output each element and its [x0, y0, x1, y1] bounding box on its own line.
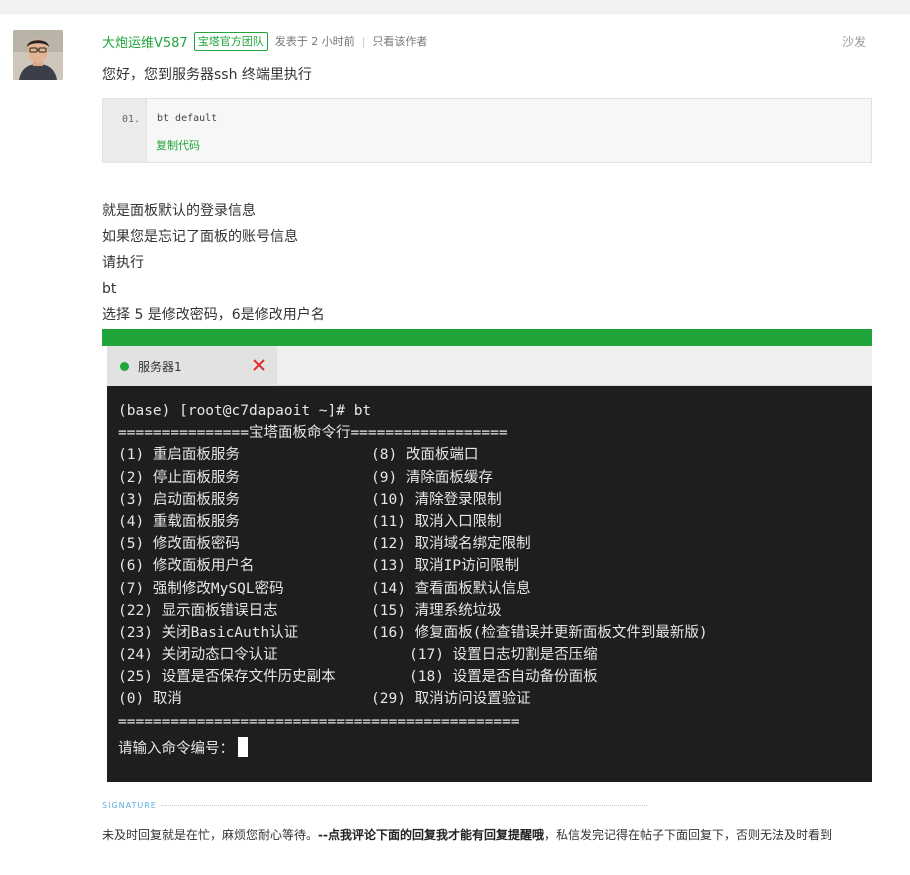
terminal-menu-row: (3) 启动面板服务 (10) 清除登录限制 — [118, 489, 872, 511]
menu-option: (9) 清除面板缓存 — [371, 469, 493, 486]
terminal-menu-row: (1) 重启面板服务 (8) 改面板端口 — [118, 444, 872, 466]
terminal-prompt: (base) [root@c7dapaoit ~]# bt — [118, 403, 372, 419]
menu-option: (11) 取消入口限制 — [371, 513, 502, 530]
code-block: 01. bt default 复制代码 — [102, 98, 872, 163]
terminal-header: ===============宝塔面板命令行================== — [118, 425, 508, 442]
menu-option: (13) 取消IP访问限制 — [371, 558, 520, 575]
code-line-number: 01. — [103, 99, 147, 162]
terminal-menu-row: (6) 修改面板用户名 (13) 取消IP访问限制 — [118, 555, 872, 577]
terminal-footer: ========================================… — [118, 713, 520, 730]
menu-option: (17) 设置日志切割是否压缩 — [409, 647, 598, 664]
terminal-screenshot: 服务器1 (base) [root@c7dapaoit ~]# bt =====… — [102, 329, 872, 782]
post-greeting: 您好，您到服务器ssh 终端里执行 — [102, 67, 312, 83]
terminal-menu-row: (2) 停止面板服务 (9) 清除面板缓存 — [118, 467, 872, 489]
post-line: 就是面板默认的登录信息 — [102, 203, 256, 219]
only-author-link[interactable]: 只看该作者 — [372, 33, 427, 49]
terminal-tab[interactable]: 服务器1 — [107, 346, 277, 386]
menu-option: (24) 关闭动态口令认证 — [118, 647, 278, 664]
menu-option: (16) 修复面板(检查错误并更新面板文件到最新版) — [371, 624, 708, 641]
signature-dotted-line — [160, 804, 647, 806]
menu-option: (25) 设置是否保存文件历史副本 — [118, 669, 336, 686]
menu-option: (12) 取消域名绑定限制 — [371, 536, 531, 553]
terminal-tab-title: 服务器1 — [138, 359, 182, 374]
post-line: 如果您是忘记了面板的账号信息 — [102, 229, 298, 245]
terminal-input-line[interactable]: 请输入命令编号： — [118, 736, 872, 759]
top-strip — [0, 0, 910, 14]
menu-option: (22) 显示面板错误日志 — [118, 602, 278, 619]
terminal-menu-row: (23) 关闭BasicAuth认证 (16) 修复面板(检查错误并更新面板文件到… — [118, 622, 872, 644]
post-line: 选择 5 是修改密码，6是修改用户名 — [102, 307, 325, 323]
terminal-cursor — [238, 736, 248, 757]
terminal-menu-row: (24) 关闭动态口令认证 (17) 设置日志切割是否压缩 — [118, 644, 872, 666]
official-team-badge: 宝塔官方团队 — [193, 31, 268, 51]
menu-option: (0) 取消 — [118, 691, 182, 708]
signature-text-part: 未及时回复就是在忙，麻烦您耐心等待。 — [102, 828, 319, 842]
meta-separator: | — [361, 34, 366, 48]
menu-option: (1) 重启面板服务 — [118, 447, 240, 464]
green-dot-icon — [120, 361, 129, 371]
terminal-input-prompt: 请输入命令编号： — [118, 740, 234, 757]
author-link[interactable]: 大炮运维V587 — [102, 32, 188, 51]
terminal-menu-row: (5) 修改面板密码 (12) 取消域名绑定限制 — [118, 533, 872, 555]
menu-option: (29) 取消访问设置验证 — [371, 691, 531, 708]
post-line: bt — [102, 281, 117, 297]
post-line: 请执行 — [102, 255, 144, 271]
terminal-output: (base) [root@c7dapaoit ~]# bt ==========… — [107, 386, 872, 782]
menu-option: (8) 改面板端口 — [371, 447, 479, 464]
terminal-menu-row: (7) 强制修改MySQL密码 (14) 查看面板默认信息 — [118, 578, 872, 600]
post-meta: 大炮运维V587 宝塔官方团队 发表于 2 小时前 | 只看该作者 — [102, 31, 872, 51]
menu-option: (5) 修改面板密码 — [118, 536, 240, 553]
menu-option: (10) 清除登录限制 — [371, 491, 502, 508]
signature-text: 未及时回复就是在忙，麻烦您耐心等待。--点我评论下面的回复我才能有回复提醒哦，私… — [102, 823, 872, 847]
post-time: 发表于 2 小时前 — [274, 35, 355, 48]
terminal-menu-row: (25) 设置是否保存文件历史副本 (18) 设置是否自动备份面板 — [118, 666, 872, 688]
terminal-menu-row: (4) 重载面板服务 (11) 取消入口限制 — [118, 511, 872, 533]
code-line: bt default — [157, 113, 218, 124]
signature-divider: SIGNATURE — [102, 799, 647, 811]
green-header-bar — [102, 329, 872, 346]
menu-option: (18) 设置是否自动备份面板 — [409, 669, 598, 686]
menu-option: (6) 修改面板用户名 — [118, 558, 255, 575]
signature-text-part: ，私信发完记得在帖子下面回复下，否则无法及时看到 — [543, 828, 832, 842]
menu-option: (23) 关闭BasicAuth认证 — [118, 624, 299, 641]
avatar[interactable] — [13, 30, 63, 80]
menu-option: (4) 重载面板服务 — [118, 513, 240, 530]
menu-option: (15) 清理系统垃圾 — [371, 602, 502, 619]
terminal-menu-row: (22) 显示面板错误日志 (15) 清理系统垃圾 — [118, 600, 872, 622]
menu-option: (2) 停止面板服务 — [118, 469, 240, 486]
signature-label: SIGNATURE — [102, 800, 157, 810]
menu-option: (7) 强制修改MySQL密码 — [118, 580, 284, 597]
floor-label: 沙发 — [841, 35, 866, 49]
copy-code-button[interactable]: 复制代码 — [156, 137, 200, 153]
close-icon[interactable] — [250, 356, 268, 374]
menu-option: (3) 启动面板服务 — [118, 491, 240, 508]
menu-option: (14) 查看面板默认信息 — [371, 580, 531, 597]
signature-reminder-bold: --点我评论下面的回复我才能有回复提醒哦 — [318, 828, 544, 842]
avatar-image — [13, 30, 63, 80]
terminal-menu-row: (0) 取消 (29) 取消访问设置验证 — [118, 688, 872, 710]
